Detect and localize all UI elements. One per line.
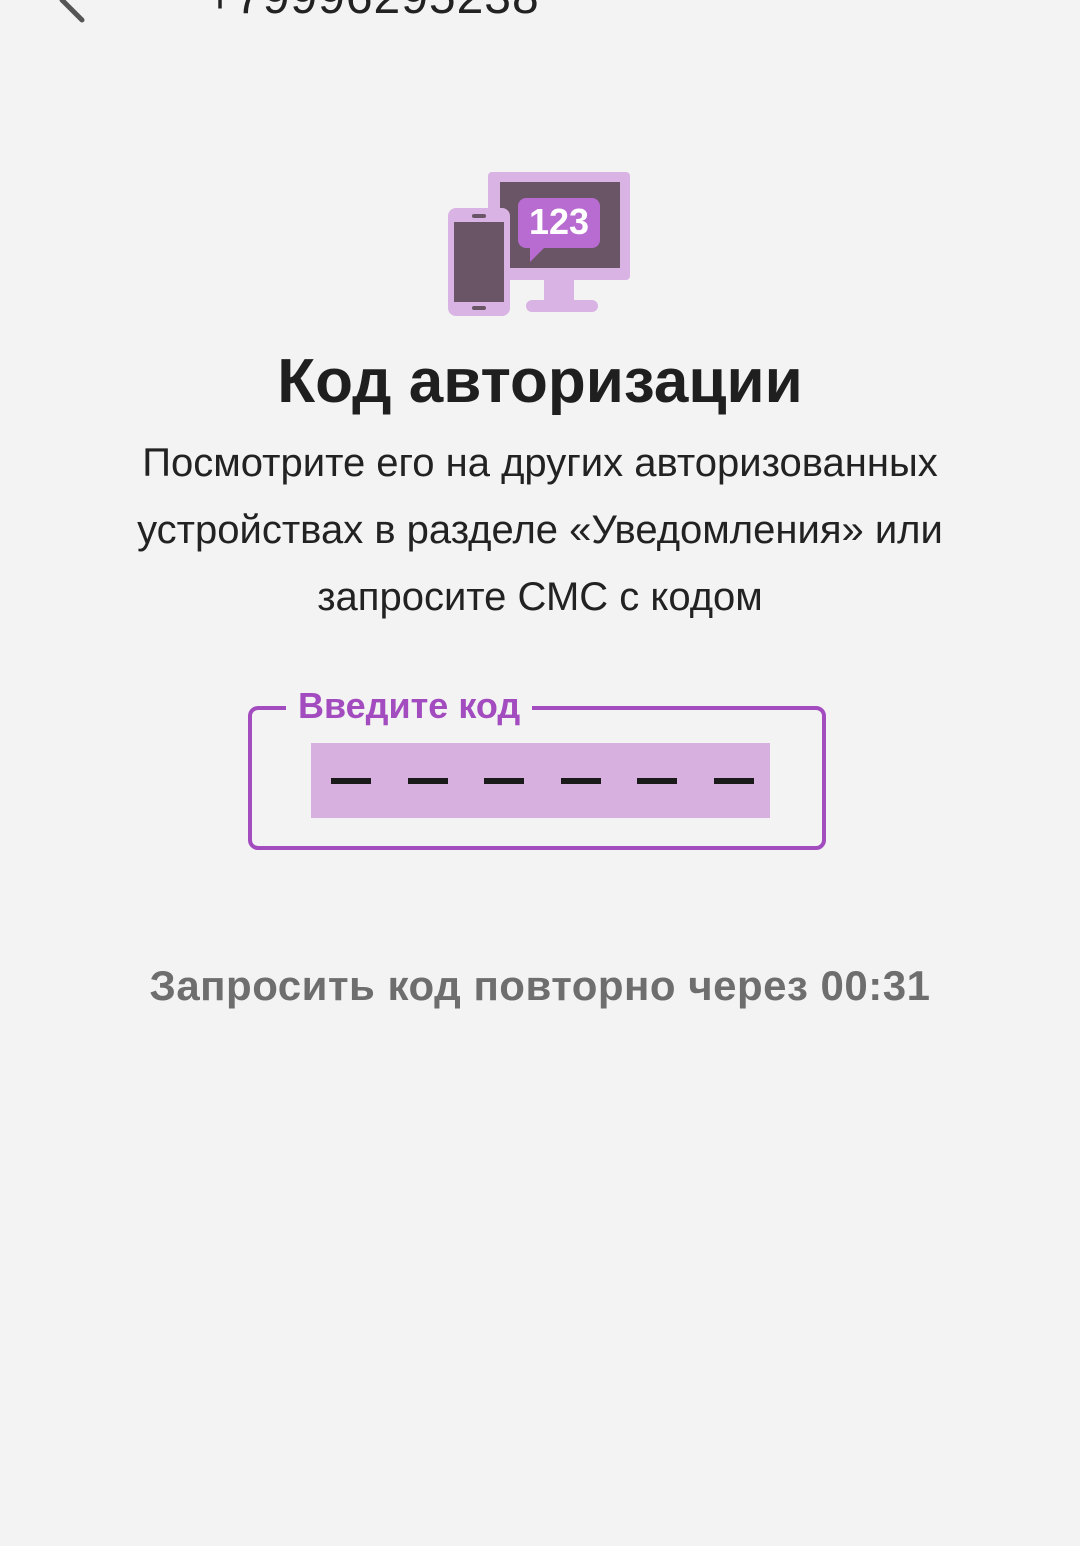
back-button[interactable] <box>40 0 110 30</box>
code-field-label: Введите код <box>286 684 533 728</box>
code-digit-slot <box>407 777 448 784</box>
description: Посмотрите его на других авторизованных … <box>90 430 990 631</box>
svg-text:123: 123 <box>529 201 589 242</box>
devices-code-icon: 123 <box>448 172 630 316</box>
description-line: Посмотрите его на других авторизованных <box>142 441 938 485</box>
description-line: запросите СМС с кодом <box>317 575 763 619</box>
code-digit-slot <box>713 777 754 784</box>
description-line: устройствах в разделе «Уведомления» или <box>137 508 943 552</box>
page-title: Код авторизации <box>277 347 803 416</box>
code-field[interactable]: Введите код <box>248 684 826 850</box>
code-input[interactable] <box>311 743 770 818</box>
code-digit-slot <box>484 777 525 784</box>
resend-code-timer: Запросить код повторно через 00:31 <box>149 962 931 1009</box>
top-bar: +79996295238 <box>0 0 1080 40</box>
code-digit-slot <box>331 777 371 784</box>
code-digit-slot <box>560 777 601 784</box>
phone-number: +79996295238 <box>206 0 540 25</box>
code-digit-slot <box>637 777 678 784</box>
chevron-left-icon <box>59 0 85 23</box>
